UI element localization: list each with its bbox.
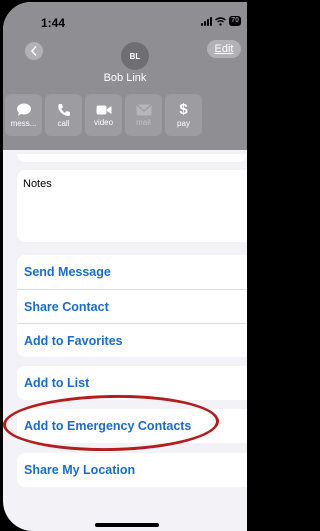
action-message-button[interactable]: mess...: [5, 94, 42, 136]
edit-button[interactable]: Edit: [207, 40, 241, 58]
action-label: pay: [177, 118, 190, 128]
status-time: 1:44: [41, 16, 66, 30]
message-icon: [16, 103, 31, 116]
notes-field[interactable]: Notes: [17, 170, 247, 242]
back-button[interactable]: [25, 42, 43, 60]
action-label: video: [93, 117, 114, 127]
status-icons: 70: [201, 15, 241, 27]
chevron-left-icon: [30, 46, 37, 56]
action-label: call: [57, 118, 70, 128]
share-contact-button[interactable]: Share Contact: [17, 289, 247, 323]
wifi-icon: [215, 16, 227, 26]
share-my-location-button[interactable]: Share My Location: [17, 453, 247, 487]
battery-icon: 70: [229, 16, 241, 26]
options-group: Send Message Share Contact Add to Favori…: [17, 255, 247, 357]
notes-label: Notes: [23, 178, 52, 190]
quick-actions: mess... call video mail $ pay: [5, 94, 202, 136]
phone-screen: 1:44 70 BL Edit Bob Link mess... call vi…: [3, 2, 247, 531]
home-indicator: [95, 523, 159, 527]
action-pay-button[interactable]: $ pay: [165, 94, 202, 136]
mail-icon: [136, 104, 151, 115]
action-label: mess...: [10, 118, 37, 128]
options-group: Share My Location: [17, 453, 247, 487]
avatar: BL: [121, 42, 149, 70]
contact-header: 1:44 70 BL Edit Bob Link mess... call vi…: [3, 2, 247, 150]
action-video-button[interactable]: video: [85, 94, 122, 136]
action-label: mail: [136, 117, 151, 127]
signal-icon: [201, 16, 213, 26]
send-message-button[interactable]: Send Message: [17, 255, 247, 289]
add-to-favorites-button[interactable]: Add to Favorites: [17, 323, 247, 357]
info-card-bottom: [17, 154, 247, 162]
action-call-button[interactable]: call: [45, 94, 82, 136]
contact-name: Bob Link: [103, 72, 147, 84]
highlight-annotation: [3, 393, 220, 453]
avatar-initials: BL: [129, 51, 141, 61]
video-icon: [96, 105, 111, 114]
dollar-icon: $: [179, 100, 188, 118]
phone-icon: [57, 103, 70, 116]
action-mail-button[interactable]: mail: [125, 94, 162, 136]
